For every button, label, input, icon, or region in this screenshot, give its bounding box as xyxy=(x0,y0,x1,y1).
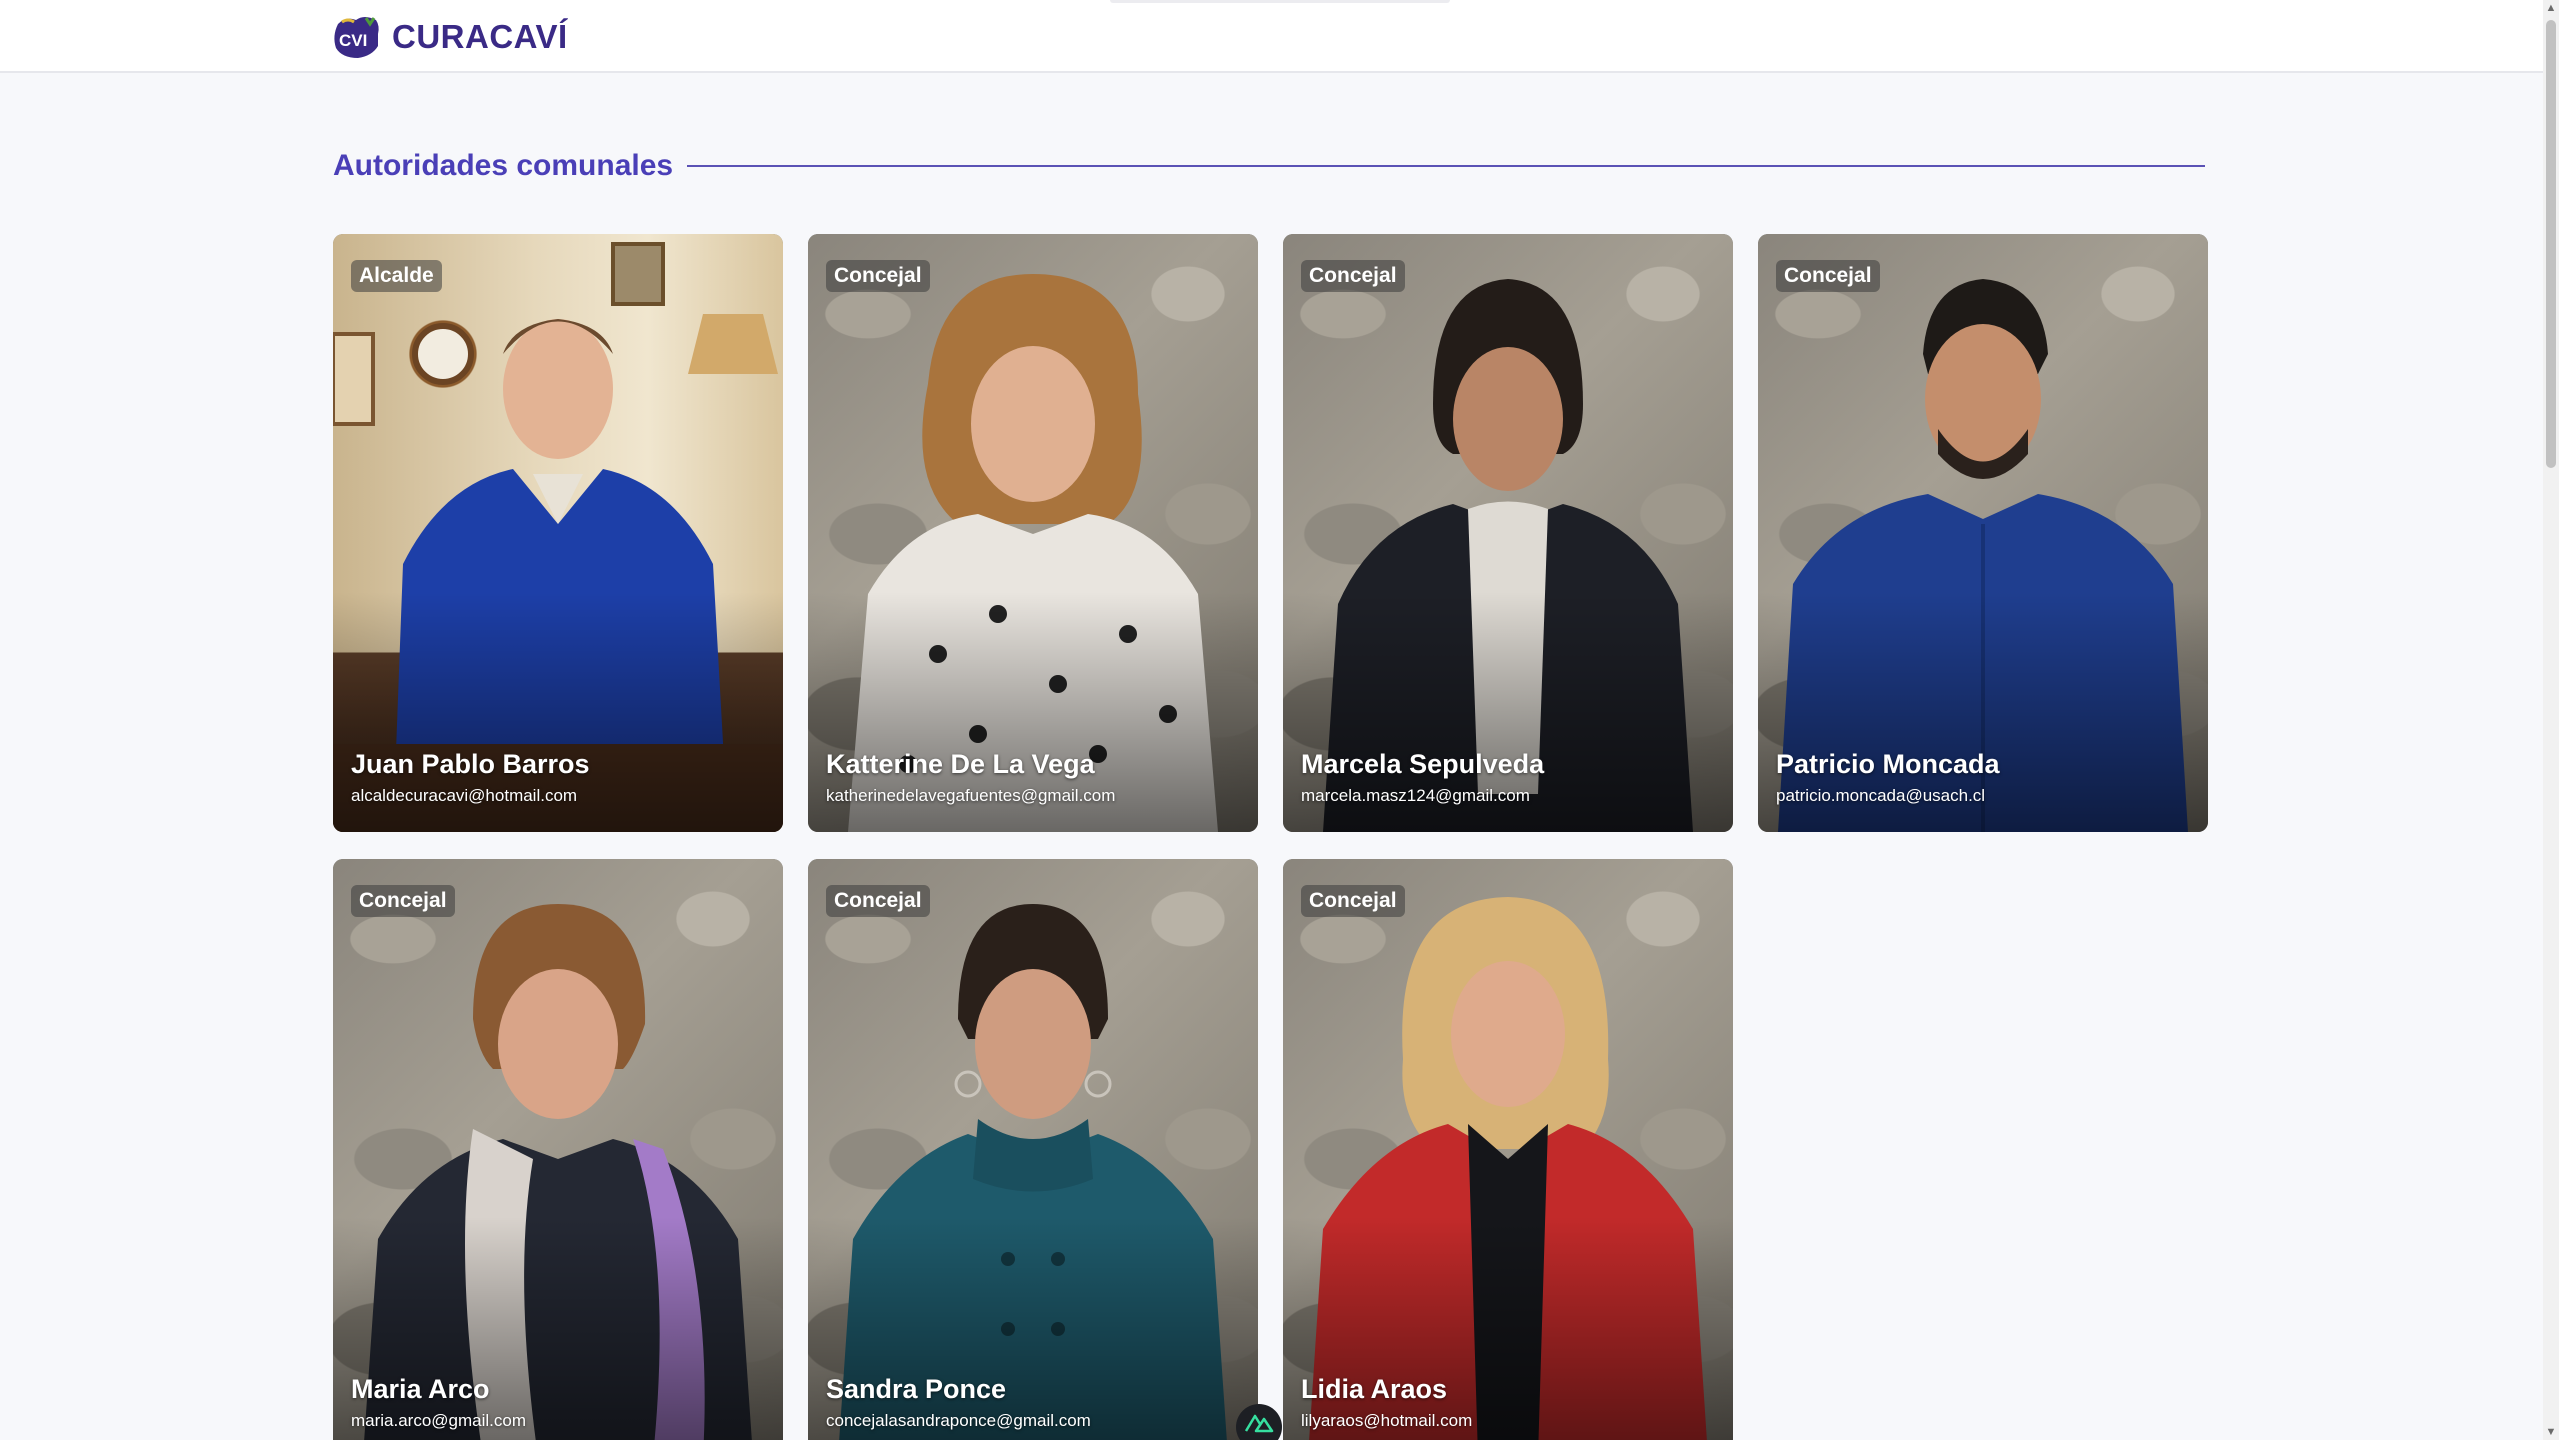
authority-name: Lidia Araos xyxy=(1301,1374,1448,1404)
authority-email[interactable]: patricio.moncada@usach.cl xyxy=(1776,786,1985,806)
authority-name: Maria Arco xyxy=(351,1374,490,1404)
brand-link[interactable]: CVI CURACAVÍ xyxy=(332,12,568,62)
authority-email[interactable]: maria.arco@gmail.com xyxy=(351,1411,526,1431)
photo-gradient xyxy=(333,1217,783,1440)
section-divider xyxy=(687,165,2205,167)
authority-card[interactable]: Concejal Patricio Moncada patricio.monca… xyxy=(1758,234,2208,832)
authority-card[interactable]: Alcalde Juan Pablo Barros alcaldecuracav… xyxy=(333,234,783,832)
authority-card[interactable]: Concejal Maria Arco maria.arco@gmail.com xyxy=(333,859,783,1440)
role-badge: Concejal xyxy=(826,260,930,292)
role-badge: Concejal xyxy=(1301,260,1405,292)
role-badge: Concejal xyxy=(1301,885,1405,917)
authority-email[interactable]: alcaldecuracavi@hotmail.com xyxy=(351,786,577,806)
scroll-up-arrow-icon[interactable]: ▲ xyxy=(2543,0,2559,16)
authority-card[interactable]: Concejal Katterine De La Vega katherined… xyxy=(808,234,1258,832)
nuxt-logo-icon xyxy=(1244,1414,1274,1433)
authority-card[interactable]: Concejal Sandra Ponce concejalasandrapon… xyxy=(808,859,1258,1440)
section-heading: Autoridades comunales xyxy=(333,140,2205,192)
authority-name: Katterine De La Vega xyxy=(826,749,1095,779)
role-badge: Concejal xyxy=(1776,260,1880,292)
top-navbar: CVI CURACAVÍ xyxy=(0,0,2543,73)
role-badge: Alcalde xyxy=(351,260,442,292)
authority-card[interactable]: Concejal Lidia Araos lilyaraos@hotmail.c… xyxy=(1283,859,1733,1440)
authority-email[interactable]: concejalasandraponce@gmail.com xyxy=(826,1411,1091,1431)
brand-name: CURACAVÍ xyxy=(392,18,568,55)
curacavi-logo-icon: CVI xyxy=(334,17,379,58)
logo-text: CVI xyxy=(339,31,367,50)
role-badge: Concejal xyxy=(351,885,455,917)
scroll-down-arrow-icon[interactable]: ▼ xyxy=(2543,1424,2559,1440)
authority-card[interactable]: Concejal Marcela Sepulveda marcela.masz1… xyxy=(1283,234,1733,832)
page-scrollbar[interactable]: ▲ ▼ xyxy=(2543,0,2559,1440)
navbar-shadow-tab xyxy=(1110,0,1450,3)
authority-name: Marcela Sepulveda xyxy=(1301,749,1545,779)
authority-email[interactable]: marcela.masz124@gmail.com xyxy=(1301,786,1530,806)
photo-gradient xyxy=(808,1217,1258,1440)
role-badge: Concejal xyxy=(826,885,930,917)
photo-gradient xyxy=(1283,1217,1733,1440)
authority-email[interactable]: katherinedelavegafuentes@gmail.com xyxy=(826,786,1115,806)
section-title: Autoridades comunales xyxy=(333,149,674,182)
authority-email[interactable]: lilyaraos@hotmail.com xyxy=(1301,1411,1472,1431)
authority-name: Sandra Ponce xyxy=(826,1374,1007,1404)
nuxt-devtools-icon[interactable] xyxy=(1236,1404,1282,1440)
authority-name: Patricio Moncada xyxy=(1776,749,2000,779)
authority-name: Juan Pablo Barros xyxy=(351,749,590,779)
scrollbar-thumb[interactable] xyxy=(2546,20,2556,468)
